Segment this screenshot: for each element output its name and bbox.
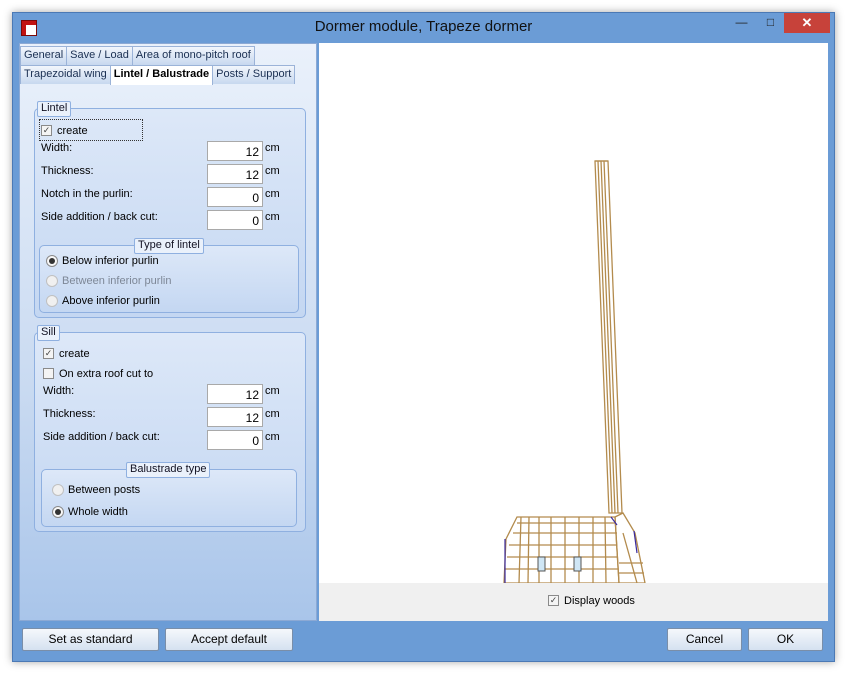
maximize-button[interactable]: □ (757, 13, 784, 33)
dormer-3d-preview[interactable] (319, 43, 828, 584)
lintel-create-label: create (57, 125, 88, 137)
sill-side-unit: cm (265, 431, 280, 443)
sill-create-checkbox[interactable]: ✓ (43, 348, 54, 359)
lintel-thickness-unit: cm (265, 165, 280, 177)
tab-content: Lintel ✓ create Width: 12 cm Thickness: … (20, 84, 316, 620)
rafter-line (600, 160, 616, 514)
sill-extra-roof-cut-checkbox[interactable] (43, 368, 54, 379)
lintel-width-unit: cm (265, 142, 280, 154)
minimize-button[interactable]: — (728, 13, 755, 33)
lintel-group: Lintel ✓ create Width: 12 cm Thickness: … (34, 101, 306, 318)
dormer-window (537, 556, 546, 572)
rafter-line (603, 160, 619, 514)
tab-area-mono-pitch-roof[interactable]: Area of mono-pitch roof (131, 46, 255, 65)
lintel-side-unit: cm (265, 211, 280, 223)
tab-lintel-balustrade[interactable]: Lintel / Balustrade (109, 65, 214, 85)
sill-thickness-input[interactable]: 12 (207, 407, 263, 427)
tab-save-load[interactable]: Save / Load (66, 46, 133, 65)
sill-side-input[interactable]: 0 (207, 430, 263, 450)
dormer-stud (518, 516, 522, 584)
sill-extra-roof-cut-label: On extra roof cut to (59, 368, 154, 380)
radio-between-posts[interactable] (52, 484, 64, 496)
balustrade-type-title: Balustrade type (126, 462, 211, 478)
option-above-inferior-purlin: Above inferior purlin (62, 295, 160, 307)
radio-between-inferior-purlin[interactable] (46, 275, 58, 287)
sill-thickness-label: Thickness: (43, 408, 96, 420)
sill-group-title: Sill (37, 325, 60, 341)
balustrade-type-group: Balustrade type Between posts Whole widt… (41, 462, 297, 527)
option-below-inferior-purlin: Below inferior purlin (62, 255, 159, 267)
dormer-window (573, 556, 582, 572)
tab-general[interactable]: General (20, 46, 68, 65)
radio-below-inferior-purlin[interactable] (46, 255, 58, 267)
sill-group: Sill ✓ create On extra roof cut to Width… (34, 325, 306, 532)
tab-row-2: Trapezoidal wing Lintel / Balustrade Posts… (20, 65, 296, 85)
sill-width-input[interactable]: 12 (207, 384, 263, 404)
window-title: Dormer module, Trapeze dormer (314, 18, 533, 35)
focus-outline (39, 119, 143, 141)
lintel-create-checkbox[interactable]: ✓ (41, 125, 52, 136)
set-as-standard-button[interactable]: Set as standard (22, 628, 159, 651)
lintel-width-input[interactable]: 12 (207, 141, 263, 161)
display-woods-checkbox[interactable]: ✓ (548, 595, 559, 606)
preview-panel: ✓ Display woods (319, 43, 828, 621)
dormer-wireframe-drawing (503, 160, 646, 584)
dormer-dialog-window: Dormer module, Trapeze dormer — □ ✕ Gene… (12, 12, 835, 662)
lintel-type-group: Type of lintel Below inferior purlin Bet… (39, 238, 299, 313)
lintel-notch-unit: cm (265, 188, 280, 200)
lintel-group-title: Lintel (37, 101, 72, 117)
cancel-button[interactable]: Cancel (667, 628, 742, 651)
display-woods-label: Display woods (564, 595, 635, 607)
radio-whole-width[interactable] (52, 506, 64, 518)
lintel-side-input[interactable]: 0 (207, 210, 263, 230)
tab-row-1: General Save / Load Area of mono-pitch roo… (20, 46, 255, 65)
sill-width-label: Width: (43, 385, 75, 397)
sill-thickness-unit: cm (265, 408, 280, 420)
lintel-side-label: Side addition / back cut: (41, 211, 158, 223)
lintel-type-title: Type of lintel (134, 238, 204, 254)
settings-panel: General Save / Load Area of mono-pitch roo… (19, 43, 317, 621)
ok-button[interactable]: OK (748, 628, 823, 651)
accept-default-button[interactable]: Accept default (165, 628, 293, 651)
lintel-thickness-input[interactable]: 12 (207, 164, 263, 184)
option-between-inferior-purlin: Between inferior purlin (62, 275, 172, 287)
option-whole-width: Whole width (68, 506, 128, 518)
radio-above-inferior-purlin[interactable] (46, 295, 58, 307)
lintel-thickness-label: Thickness: (41, 165, 94, 177)
close-button[interactable]: ✕ (784, 13, 830, 33)
title-bar: Dormer module, Trapeze dormer — □ ✕ (13, 13, 834, 41)
tab-posts-support[interactable]: Posts / Support (212, 65, 296, 84)
sill-create-label: create (59, 348, 90, 360)
tab-trapezoidal-wing[interactable]: Trapezoidal wing (20, 65, 111, 84)
option-between-posts: Between posts (68, 484, 141, 496)
lintel-width-label: Width: (41, 142, 73, 154)
preview-footer: ✓ Display woods (319, 583, 828, 621)
lintel-notch-label: Notch in the purlin: (41, 188, 133, 200)
accent-line (610, 516, 618, 526)
lintel-notch-input[interactable]: 0 (207, 187, 263, 207)
sill-side-label: Side addition / back cut: (43, 431, 160, 443)
sill-width-unit: cm (265, 385, 280, 397)
dormer-stud (604, 516, 607, 584)
dormer-stud (527, 516, 530, 584)
